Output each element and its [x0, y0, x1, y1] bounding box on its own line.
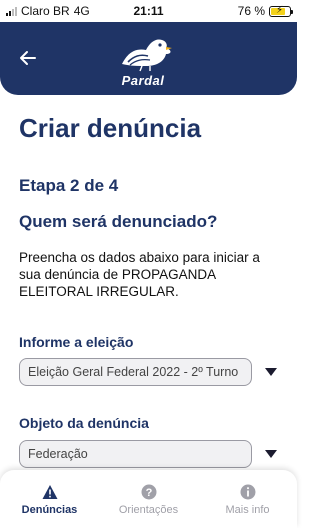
charging-bolt-icon: ⚡ [276, 4, 284, 16]
info-circle-icon [240, 484, 255, 500]
object-select[interactable]: Federação [19, 440, 252, 468]
bottom-nav: Denúncias ? Orientações Mais info [0, 470, 297, 528]
nav-label-denuncias: Denúncias [21, 504, 78, 516]
question-circle-icon: ? [141, 484, 156, 500]
app-name: Pardal [121, 73, 165, 88]
bird-icon [122, 39, 172, 72]
app-header: Pardal [0, 22, 297, 95]
nav-item-mais-info[interactable]: Mais info [198, 470, 297, 528]
election-select[interactable]: Eleição Geral Federal 2022 - 2º Turno [19, 358, 252, 386]
section-question: Quem será denunciado? [19, 212, 218, 231]
battery-icon: ⚡ [269, 4, 293, 17]
nav-item-orientacoes[interactable]: ? Orientações [99, 470, 198, 528]
page-title: Criar denúncia [19, 113, 202, 143]
nav-label-mais-info: Mais info [225, 504, 270, 516]
page-description: Preencha os dados abaixo para iniciar a … [19, 250, 260, 299]
object-dropdown-icon[interactable] [264, 449, 278, 459]
battery-percent: 76 % [237, 4, 265, 18]
status-bar: Claro BR 4G 21:11 76 % ⚡ [0, 0, 297, 22]
battery-cap [291, 9, 293, 14]
object-label: Objeto da denúncia [19, 415, 149, 431]
warning-triangle-icon [42, 485, 57, 499]
back-button[interactable] [14, 44, 42, 72]
arrow-left-icon [20, 51, 36, 65]
app-logo: Pardal [106, 30, 180, 90]
election-label: Informe a eleição [19, 334, 134, 350]
nav-item-denuncias[interactable]: Denúncias [0, 470, 99, 528]
svg-text:?: ? [145, 487, 152, 499]
step-indicator: Etapa 2 de 4 [19, 176, 119, 195]
election-dropdown-icon[interactable] [264, 367, 278, 377]
status-right: 76 % ⚡ [237, 4, 293, 18]
nav-label-orientacoes: Orientações [118, 504, 179, 516]
